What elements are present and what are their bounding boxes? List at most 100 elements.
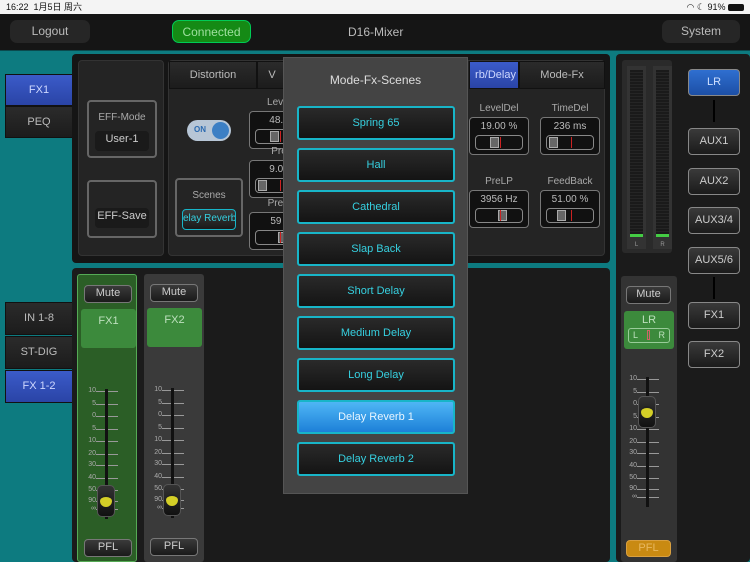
- fader-knob-grip: [100, 495, 112, 507]
- eff-save-box: EFF-Save: [87, 180, 157, 238]
- slider-knob[interactable]: [557, 210, 566, 221]
- scale-label: 10: [629, 425, 637, 432]
- scale-tick: 30: [76, 461, 126, 473]
- tab-fx-1-2[interactable]: FX 1-2: [5, 370, 73, 403]
- tab-peq[interactable]: PEQ: [5, 106, 73, 138]
- fader-knob[interactable]: [638, 395, 656, 428]
- scene-item[interactable]: Hall: [297, 148, 455, 182]
- scale-tick: 40: [617, 462, 667, 474]
- master-name-box[interactable]: LR L R: [624, 311, 674, 349]
- tab-st-dig[interactable]: ST-DIG: [5, 336, 73, 369]
- param-slider[interactable]: [475, 135, 523, 150]
- bus-button-aux1[interactable]: AUX1: [688, 128, 740, 155]
- scale-label: 50: [629, 474, 637, 481]
- scene-item[interactable]: Delay Reverb 1: [297, 400, 455, 434]
- scene-selector[interactable]: elay Reverb: [182, 209, 236, 230]
- pan-control[interactable]: LR: [628, 328, 670, 343]
- scale-tick: 5: [142, 424, 192, 436]
- scenes-label: Scenes: [192, 190, 226, 201]
- scale-label: 50: [154, 485, 162, 492]
- tab-fx1[interactable]: FX1: [5, 74, 73, 106]
- param-slider[interactable]: [546, 135, 594, 150]
- eff-save-button[interactable]: EFF-Save: [95, 208, 149, 228]
- scale-tick: 10: [142, 436, 192, 448]
- param-slider[interactable]: [475, 208, 523, 223]
- param-prelp: PreLP 3956 Hz: [469, 176, 529, 228]
- eff-mode-box: EFF-Mode User-1: [87, 100, 157, 158]
- system-button[interactable]: System: [662, 20, 740, 43]
- tab-mode-fx[interactable]: Mode-Fx: [519, 61, 605, 89]
- fader-knob[interactable]: [97, 485, 115, 517]
- param-box: 3956 Hz: [469, 190, 529, 228]
- pan-knob[interactable]: [646, 330, 650, 340]
- toggle-knob: [212, 122, 229, 139]
- scale-label: 30: [629, 449, 637, 456]
- param-box: 19.00 %: [469, 117, 529, 155]
- status-date: 1月5日 周六: [33, 2, 83, 12]
- slider-knob[interactable]: [490, 137, 499, 148]
- slider-marker: [280, 131, 281, 142]
- scale-label: 90: [88, 497, 96, 504]
- pfl-button[interactable]: PFL: [84, 539, 132, 557]
- tab-in-1-8[interactable]: IN 1-8: [5, 302, 73, 335]
- param-value: 19.00 %: [480, 121, 518, 132]
- bus-button-lr[interactable]: LR: [688, 69, 740, 96]
- mute-button[interactable]: Mute: [84, 285, 132, 303]
- scale-tick: 5: [76, 400, 126, 412]
- master-name: LR: [641, 314, 657, 326]
- bus-button-fx1[interactable]: FX1: [688, 302, 740, 329]
- scene-item[interactable]: Spring 65: [297, 106, 455, 140]
- slider-knob[interactable]: [549, 137, 558, 148]
- moon-icon: ☾: [696, 2, 705, 12]
- param-leveldel: LevelDel 19.00 %: [469, 103, 529, 155]
- param-value: 3956 Hz: [480, 194, 518, 205]
- eff-side-panel: EFF-Mode User-1 EFF-Save: [78, 60, 164, 256]
- scene-item[interactable]: Short Delay: [297, 274, 455, 308]
- param-label: PreLP: [485, 176, 513, 187]
- param-label: TimeDel: [551, 103, 589, 114]
- mute-button[interactable]: Mute: [150, 284, 198, 302]
- connected-button[interactable]: Connected: [172, 20, 251, 43]
- fader-knob[interactable]: [163, 484, 181, 516]
- fader-scale: 10 5 0 5 10 20 30 40 50 90 ∞: [142, 386, 192, 520]
- scene-item[interactable]: Cathedral: [297, 190, 455, 224]
- scale-tick: 5: [76, 425, 126, 437]
- eff-mode-value[interactable]: User-1: [95, 131, 149, 151]
- bus-button-aux5-6[interactable]: AUX5/6: [688, 247, 740, 274]
- slider-knob[interactable]: [258, 180, 267, 191]
- slider-marker: [571, 210, 572, 221]
- scene-item[interactable]: Delay Reverb 2: [297, 442, 455, 476]
- param-value: 51.00 %: [551, 194, 589, 205]
- mute-button[interactable]: Mute: [626, 286, 671, 304]
- pan-right-label: R: [658, 330, 665, 340]
- scale-tick: 10: [617, 425, 667, 437]
- logout-button[interactable]: Logout: [10, 20, 90, 43]
- param-box: 51.00 %: [540, 190, 600, 228]
- slider-knob[interactable]: [270, 131, 279, 142]
- bus-button-aux3-4[interactable]: AUX3/4: [688, 207, 740, 234]
- param-label: LevelDel: [479, 103, 519, 114]
- scene-item[interactable]: Long Delay: [297, 358, 455, 392]
- scene-item[interactable]: Medium Delay: [297, 316, 455, 350]
- on-toggle[interactable]: ON: [187, 120, 231, 141]
- bus-button-aux2[interactable]: AUX2: [688, 168, 740, 195]
- scale-label: 40: [629, 462, 637, 469]
- pfl-button[interactable]: PFL: [150, 538, 198, 556]
- bus-button-fx2[interactable]: FX2: [688, 341, 740, 368]
- channel-strip-fx2: Mute FX2 10 5 0 5 10 20 30 40 50 90 ∞ PFL: [144, 274, 204, 562]
- channel-name[interactable]: FX1: [81, 309, 136, 348]
- pfl-button[interactable]: PFL: [626, 540, 671, 557]
- scene-item[interactable]: Slap Back: [297, 232, 455, 266]
- param-slider[interactable]: [546, 208, 594, 223]
- channel-name[interactable]: FX2: [147, 308, 202, 347]
- scale-label: 90: [154, 496, 162, 503]
- meter-right: R: [653, 66, 672, 249]
- scale-label: 40: [154, 473, 162, 480]
- tab-reverb-delay[interactable]: rb/Delay: [469, 61, 519, 89]
- scale-label: 20: [154, 449, 162, 456]
- bus-divider: [713, 277, 715, 299]
- param-box: 236 ms: [540, 117, 600, 155]
- param-label: FeedBack: [547, 176, 593, 187]
- slider-marker: [500, 137, 501, 148]
- tab-distortion[interactable]: Distortion: [169, 61, 257, 89]
